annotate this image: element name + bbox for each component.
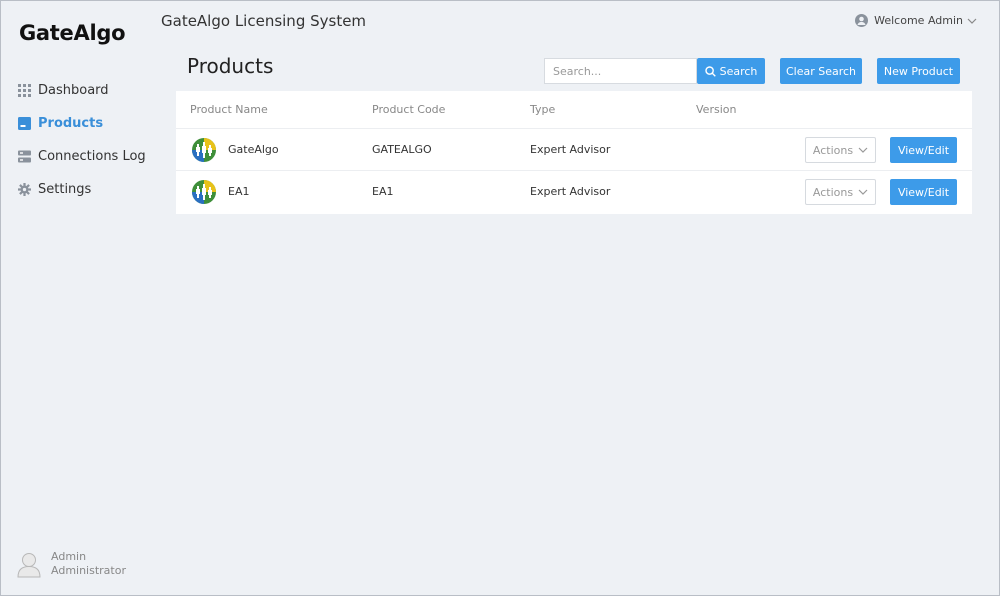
sidebar-item-label: Settings xyxy=(38,182,92,197)
sidebar: GateAlgo Dashboard Products Connections … xyxy=(1,1,151,595)
sidebar-item-products[interactable]: Products xyxy=(18,107,146,140)
table-header: Product Name Product Code Type Version xyxy=(176,91,972,129)
product-name: EA1 xyxy=(228,185,250,198)
search-button-label: Search xyxy=(719,64,758,78)
sidebar-item-connections-log[interactable]: Connections Log xyxy=(18,140,146,173)
user-circle-icon xyxy=(855,14,869,27)
view-edit-button[interactable]: View/Edit xyxy=(890,137,957,163)
chevron-down-icon xyxy=(858,147,868,153)
new-product-button[interactable]: New Product xyxy=(877,58,960,84)
sidebar-item-dashboard[interactable]: Dashboard xyxy=(18,74,146,107)
actions-label: Actions xyxy=(812,143,854,157)
search-button[interactable]: Search xyxy=(697,58,765,84)
user-profile[interactable]: Admin Administrator xyxy=(16,550,126,578)
product-icon xyxy=(18,117,31,130)
sidebar-nav: Dashboard Products Connections Log Setti… xyxy=(18,74,146,206)
actions-dropdown[interactable]: Actions xyxy=(805,179,876,205)
search-icon xyxy=(704,65,716,77)
sidebar-item-settings[interactable]: Settings xyxy=(18,173,146,206)
product-code: GATEALGO xyxy=(372,143,432,156)
column-header: Product Name xyxy=(190,103,268,116)
gear-icon xyxy=(18,183,31,196)
product-logo-icon xyxy=(192,138,216,162)
product-type: Expert Advisor xyxy=(530,143,611,156)
app-logo: GateAlgo xyxy=(19,21,126,45)
server-icon xyxy=(18,150,31,163)
actions-label: Actions xyxy=(812,185,854,199)
grid-icon xyxy=(18,84,31,97)
user-name: Admin xyxy=(51,550,87,563)
page-title: Products xyxy=(187,54,274,78)
column-header: Version xyxy=(696,103,737,116)
products-table: Product Name Product Code Type Version G… xyxy=(176,91,972,214)
actions-dropdown[interactable]: Actions xyxy=(805,137,876,163)
view-edit-button[interactable]: View/Edit xyxy=(890,179,957,205)
sidebar-item-label: Dashboard xyxy=(38,83,109,98)
product-logo-icon xyxy=(192,180,216,204)
column-header: Type xyxy=(530,103,556,116)
app-title: GateAlgo Licensing System xyxy=(161,12,367,30)
table-row: EA1 EA1 Expert Advisor Actions View/Edit xyxy=(176,171,972,213)
user-menu[interactable]: Welcome Admin xyxy=(855,14,983,27)
column-header: Product Code xyxy=(372,103,446,116)
chevron-down-icon xyxy=(967,18,977,24)
chevron-down-icon xyxy=(858,189,868,195)
welcome-text: Welcome Admin xyxy=(874,14,963,27)
table-row: GateAlgo GATEALGO Expert Advisor Actions… xyxy=(176,129,972,171)
product-name: GateAlgo xyxy=(228,143,279,156)
user-role: Administrator xyxy=(51,564,126,577)
product-type: Expert Advisor xyxy=(530,185,611,198)
clear-search-button[interactable]: Clear Search xyxy=(780,58,862,84)
sidebar-item-label: Connections Log xyxy=(38,149,146,164)
search-input[interactable] xyxy=(544,58,697,84)
avatar xyxy=(17,553,41,578)
sidebar-item-label: Products xyxy=(38,116,104,131)
product-code: EA1 xyxy=(372,185,394,198)
